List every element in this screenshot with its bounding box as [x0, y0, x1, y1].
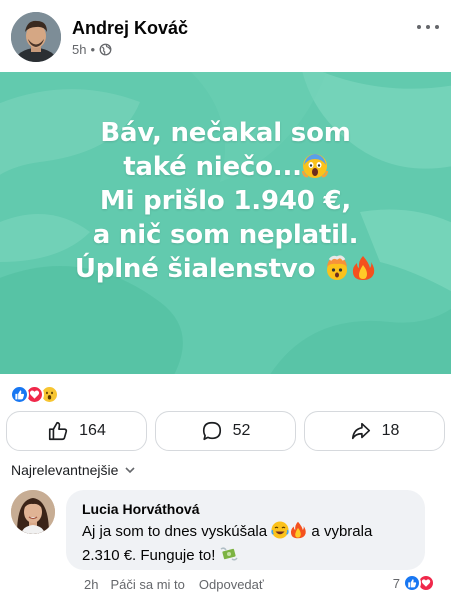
comment-button[interactable]: 52: [155, 411, 296, 451]
comment-bubble-icon: [202, 421, 221, 441]
like-count: 164: [79, 422, 106, 439]
more-options-icon[interactable]: [417, 18, 439, 36]
image-text-line-3: Mi prišlo 1.940 €,: [99, 186, 352, 216]
comment-text-part-2: a vybrala: [307, 523, 373, 540]
comment-text-part-1: Aj ja som to dnes vyskúšala: [82, 523, 268, 540]
meta-separator: •: [90, 42, 96, 57]
exploding-head-icon: [324, 255, 350, 281]
comment-text: Aj ja som to dnes vyskúšala a vybrala 2.3…: [82, 520, 416, 568]
post-meta: 5h •: [72, 42, 112, 57]
share-count: 18: [381, 422, 400, 439]
post-image-text: Báv, nečakal som také niečo... Mi prišlo…: [0, 116, 451, 286]
post-image[interactable]: Báv, nečakal som také niečo... Mi prišlo…: [0, 72, 451, 374]
share-arrow-icon: [351, 422, 370, 440]
comment-footer: 2h Páči sa mi to Odpovedať: [84, 577, 264, 592]
comment-time[interactable]: 2h: [84, 577, 98, 592]
comments-sort-label: Najrelevantnejšie: [11, 462, 119, 478]
like-button[interactable]: 164: [6, 411, 147, 451]
fire-icon: [350, 255, 376, 281]
thumbs-up-icon: [49, 421, 68, 441]
comment-like-reaction-icon: [403, 574, 421, 592]
screaming-face-icon: [301, 153, 329, 179]
image-text-line-5: Úplné šialenstvo: [0, 252, 451, 286]
author-name[interactable]: Andrej Kováč: [72, 18, 188, 39]
comment-bubble: Lucia Horváthová Aj ja som to dnes vyskú…: [66, 490, 425, 570]
comment-fire-icon: [289, 521, 307, 539]
image-text-line-1: Báv, nečakal som: [100, 118, 351, 148]
post-time[interactable]: 5h: [72, 42, 86, 57]
chevron-down-icon: [125, 467, 135, 474]
comment-reaction-count: 7: [392, 575, 400, 591]
comment-text-part-3: 2.310 €. Funguje to!: [82, 547, 216, 564]
post-actions: 164 52 18: [6, 411, 445, 451]
like-reaction-icon: [10, 384, 29, 404]
joy-face-icon: [271, 521, 289, 539]
reactions-summary[interactable]: [10, 382, 59, 406]
post-header: Andrej Kováč 5h •: [0, 0, 451, 72]
commenter-name[interactable]: Lucia Horváthová: [82, 501, 199, 517]
comment-like-link[interactable]: Páči sa mi to: [110, 577, 184, 592]
money-with-wings-icon: [220, 545, 238, 563]
author-avatar[interactable]: [11, 12, 61, 62]
image-text-line-4: a nič som neplatil.: [92, 220, 359, 250]
image-text-line-2: také niečo...: [0, 150, 451, 184]
comments-sort-dropdown[interactable]: Najrelevantnejšie: [11, 462, 136, 478]
comment-reactions[interactable]: 7: [392, 574, 435, 592]
comment-reply-link[interactable]: Odpovedať: [199, 577, 264, 592]
share-button[interactable]: 18: [304, 411, 445, 451]
globe-icon: [99, 43, 112, 56]
image-text-line-2-text: také niečo...: [123, 152, 302, 182]
image-text-line-5-text: Úplné šialenstvo: [74, 254, 316, 284]
comment-count: 52: [232, 422, 251, 439]
commenter-avatar[interactable]: [11, 490, 55, 534]
